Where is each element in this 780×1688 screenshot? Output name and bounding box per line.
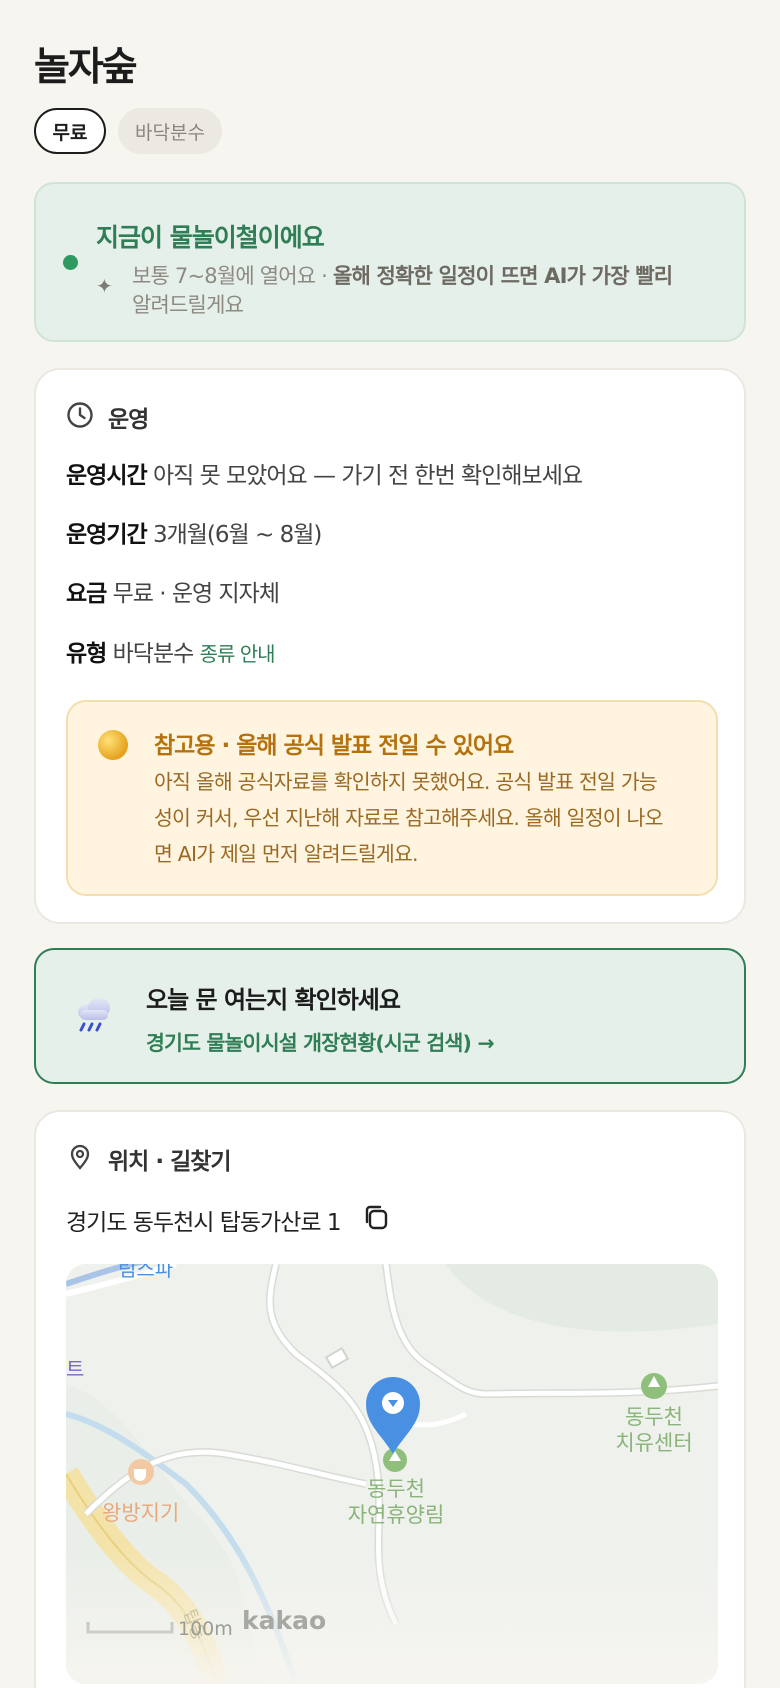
sun-icon [98,730,128,760]
address-text: 경기도 동두천시 탑동가산로 1 [66,1210,341,1236]
check-title: 오늘 문 여는지 확인하세요 [146,986,401,1014]
season-title: 지금이 물놀이철이에요 [96,223,325,252]
map-label-place-right: 동두천 치유센터 [615,1405,693,1455]
reference-notice: 참고용 · 올해 공식 발표 전일 수 있어요 아직 올해 공식자료를 확인하지… [66,700,718,896]
map-label-place-left: 왕방지기 [102,1501,180,1525]
map-label-top: 림스파 [118,1264,174,1281]
notice-body: 아직 올해 공식자료를 확인하지 못했어요. 공식 발표 전일 가능성이 커서,… [154,770,663,866]
type-guide-link[interactable]: 종류 안내 [200,642,276,666]
section-title: 위치 · 길찾기 [108,1149,232,1175]
page-title: 놀자숲 [34,45,138,90]
season-text: 보통 7~8월에 열어요 · 올해 정확한 일정이 뜨면 AI가 가장 빨리 알려… [132,264,673,317]
rain-cloud-icon [72,992,116,1040]
fee-row: 요금 무료 · 운영 지자체 [66,581,280,607]
period-row: 운영기간 3개월(6월 ~ 8월) [66,522,322,548]
open-status-link[interactable]: 경기도 물놀이시설 개장현황(시군 검색) → [146,1026,495,1056]
chip-floor-fountain[interactable]: 바닥분수 [118,108,222,154]
pin-icon [66,1143,94,1175]
map-label-left: 트 [66,1357,85,1381]
address: 경기도 동두천시 탑동가산로 1 [66,1202,391,1238]
status-dot [63,255,78,270]
chip-free[interactable]: 무료 [34,108,106,154]
sparkle-icon: ✦ [96,274,113,298]
operation-card: 운영 운영시간 아직 못 모았어요 — 가기 전 한번 확인해보세요 운영기간 … [34,368,746,924]
map-label-place-main: 동두천 자연휴양림 [347,1477,445,1527]
copy-icon[interactable] [361,1202,391,1238]
hours-row: 운영시간 아직 못 모았어요 — 가기 전 한번 확인해보세요 [66,463,583,489]
notice-title: 참고용 · 올해 공식 발표 전일 수 있어요 [154,733,514,759]
location-card: 위치 · 길찾기 경기도 동두천시 탑동가산로 1 림스파 트 동두천 자연휴양… [34,1110,746,1688]
kakao-logo: kakao [242,1606,327,1635]
open-check-card[interactable]: 오늘 문 여는지 확인하세요 경기도 물놀이시설 개장현황(시군 검색) → [34,948,746,1084]
type-row: 유형 바닥분수 종류 안내 [66,641,276,667]
map-scale: 100m [178,1618,233,1640]
clock-icon [66,401,94,433]
season-notice: 지금이 물놀이철이에요 ✦ 보통 7~8월에 열어요 · 올해 정확한 일정이 … [34,182,746,342]
map[interactable]: 림스파 트 동두천 자연휴양림 동두천 치유센터 왕방지기 탑동 100m ka… [66,1264,718,1684]
section-title: 운영 [108,407,149,433]
